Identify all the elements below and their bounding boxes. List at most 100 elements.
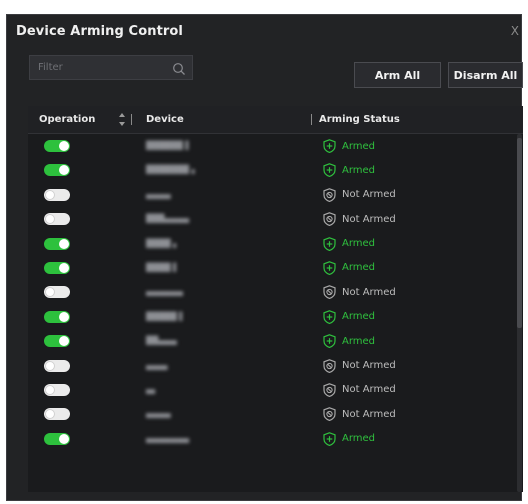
shield-plus-icon <box>323 431 336 446</box>
arming-toggle[interactable] <box>44 359 70 372</box>
device-name: ██▄▄▄ <box>146 336 177 346</box>
arming-status: Armed <box>323 309 375 325</box>
arming-status: Not Armed <box>323 382 396 398</box>
device-name: ▄▄▄▄ <box>146 189 171 199</box>
close-icon[interactable]: X <box>511 24 519 38</box>
disarm-all-button[interactable]: Disarm All <box>448 62 523 88</box>
shield-plus-icon <box>323 261 336 275</box>
table-row: ████ ▖ Armed <box>28 232 516 256</box>
arming-status: Armed <box>323 138 375 154</box>
status-label: Not Armed <box>342 189 396 201</box>
arming-toggle[interactable] <box>44 432 70 445</box>
device-arming-dialog: Device Arming Control X Arm All Disarm A… <box>6 14 523 501</box>
status-label: Not Armed <box>342 408 396 420</box>
arming-toggle[interactable] <box>44 286 70 299</box>
table-row: ▄▄▄▖ Not Armed <box>28 354 516 378</box>
table-row: ████ ▌ Armed <box>28 256 516 280</box>
table-row: █████ ▌ Armed <box>28 305 516 329</box>
filter-input[interactable] <box>30 56 168 79</box>
header-device[interactable]: Device <box>146 114 184 125</box>
shield-plus-icon <box>323 236 336 251</box>
device-name: ██████ ▌ <box>146 141 192 150</box>
device-name: █████ ▌ <box>146 311 186 321</box>
shield-plus-icon <box>323 334 336 349</box>
table-row: ███▄▄▄▄ Not Armed <box>28 207 516 231</box>
toggle-knob <box>45 287 55 298</box>
sort-arrows-icon[interactable] <box>119 113 125 129</box>
device-name: ███▄▄▄▄ <box>146 214 190 224</box>
device-name: ▄▄▄▄ <box>146 409 171 419</box>
arming-status: Not Armed <box>323 284 396 300</box>
column-divider[interactable] <box>131 114 132 125</box>
arming-toggle[interactable] <box>44 261 70 274</box>
status-label: Armed <box>342 335 376 347</box>
table-row: ▄▄▄▄ Not Armed <box>28 183 516 207</box>
device-name: ▄▄▄▄▄▄ <box>146 287 183 297</box>
status-label: Not Armed <box>342 286 396 298</box>
shield-plus-icon <box>323 139 336 153</box>
shield-off-icon <box>323 383 336 397</box>
status-label: Not Armed <box>342 360 396 372</box>
shield-off-icon <box>323 212 336 227</box>
vertical-scrollbar[interactable] <box>517 134 522 492</box>
table-row: ▄▄▄▄▄▄ Not Armed <box>28 280 516 304</box>
table-header: Operation Device Arming Status <box>28 106 523 134</box>
shield-plus-icon <box>323 163 336 178</box>
arming-toggle[interactable] <box>44 188 70 201</box>
shield-off-icon <box>323 407 336 422</box>
table-row: ██████ ▌ Armed <box>28 134 516 158</box>
toggle-knob <box>59 141 69 151</box>
arming-status: Armed <box>323 162 375 178</box>
status-label: Armed <box>342 238 376 250</box>
scrollbar-thumb[interactable] <box>517 138 522 328</box>
arming-toggle[interactable] <box>44 310 70 323</box>
toggle-knob <box>59 311 69 322</box>
toggle-knob <box>45 360 55 371</box>
arm-all-button[interactable]: Arm All <box>354 62 441 88</box>
toggle-knob <box>59 238 69 249</box>
arming-toggle[interactable] <box>44 164 70 177</box>
table-body: ██████ ▌ Armed ███████ ▖ Armed ▄▄▄▄ Not Armed… <box>28 134 516 451</box>
device-name: ████ ▌ <box>146 262 180 272</box>
status-label: Not Armed <box>342 384 396 396</box>
column-divider[interactable] <box>311 114 312 125</box>
arming-status: Armed <box>323 333 375 349</box>
arming-status: Not Armed <box>323 406 396 422</box>
device-name: ███████ ▖ <box>146 165 198 175</box>
search-icon[interactable] <box>172 61 186 80</box>
table-row: ██▄▄▄ Armed <box>28 329 516 353</box>
status-label: Not Armed <box>342 213 396 225</box>
shield-off-icon <box>323 187 336 202</box>
table-row: ▄▄▄▄▄▄▄ Armed <box>28 427 516 451</box>
toggle-knob <box>45 189 55 200</box>
device-name: ████ ▖ <box>146 238 180 248</box>
arming-toggle[interactable] <box>44 383 70 396</box>
arming-toggle[interactable] <box>44 408 70 421</box>
arming-toggle[interactable] <box>44 213 70 226</box>
arming-toggle[interactable] <box>44 237 70 250</box>
table-row: ▄▄▄▄ Not Armed <box>28 402 516 426</box>
toggle-knob <box>45 384 55 395</box>
status-label: Armed <box>342 262 376 274</box>
dialog-title: Device Arming Control <box>16 24 183 39</box>
table-row: ▄▖ Not Armed <box>28 378 516 402</box>
device-name: ▄▄▄▖ <box>146 360 171 370</box>
arming-toggle[interactable] <box>44 140 70 152</box>
arming-status: Armed <box>323 431 375 447</box>
arming-toggle[interactable] <box>44 335 70 348</box>
toggle-knob <box>59 165 69 176</box>
shield-off-icon <box>323 285 336 300</box>
shield-plus-icon <box>323 309 336 324</box>
arming-status: Armed <box>323 236 375 252</box>
shield-off-icon <box>323 358 336 373</box>
device-table: Operation Device Arming Status ██████ ▌ A… <box>28 106 523 492</box>
arming-status: Not Armed <box>323 187 396 203</box>
status-label: Armed <box>342 311 376 323</box>
header-arming-status[interactable]: Arming Status <box>319 114 400 125</box>
arming-status: Not Armed <box>323 211 396 227</box>
arming-status: Armed <box>323 260 375 276</box>
header-operation[interactable]: Operation <box>39 114 95 125</box>
toggle-knob <box>59 336 69 347</box>
arming-status: Not Armed <box>323 358 396 374</box>
toggle-knob <box>59 433 69 444</box>
